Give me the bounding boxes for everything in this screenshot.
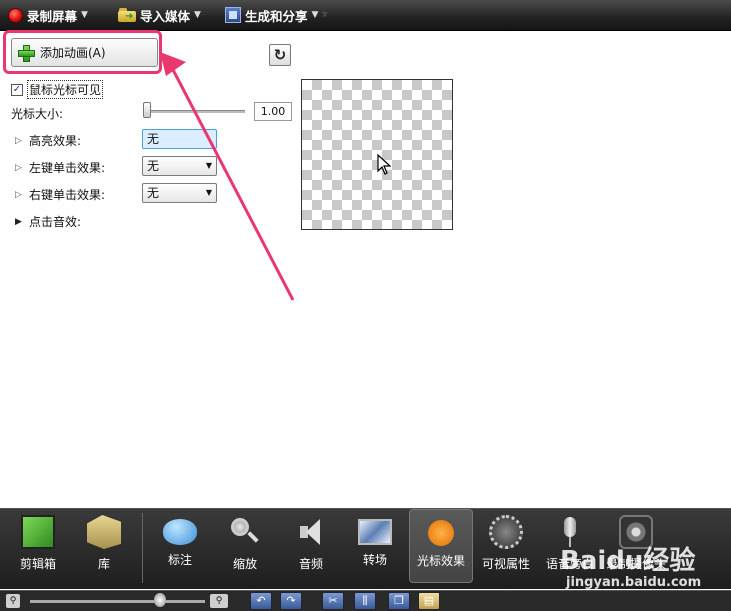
annotation-highlight-box — [3, 30, 162, 74]
tab-label: 光标效果 — [416, 554, 465, 568]
cut-icon[interactable]: ✂ — [322, 592, 344, 610]
produce-share-label: 生成和分享 — [245, 8, 308, 24]
redo-icon[interactable]: ↷ — [280, 592, 302, 610]
highlight-effect-label: 高亮效果: — [29, 134, 82, 148]
left-click-effect-row[interactable]: ▷ 左键单击效果: — [15, 159, 105, 176]
tab-visual-properties[interactable]: 可视属性 — [476, 509, 536, 583]
expand-triangle-icon[interactable]: ▶ — [15, 217, 23, 227]
library-icon — [87, 515, 121, 549]
transition-icon — [358, 519, 392, 545]
right-click-effect-value: 无 — [147, 186, 160, 200]
chevron-down-icon: ▼ — [194, 10, 201, 20]
cursor-visible-checkbox[interactable]: ✓ 鼠标光标可见 — [11, 80, 104, 99]
tabs-divider — [142, 513, 143, 583]
timeline-zoom-slider[interactable] — [30, 600, 205, 603]
chevron-down-icon: ▼ — [81, 10, 88, 20]
highlight-effect-value: 无 — [147, 132, 160, 146]
highlight-effect-select[interactable]: 无 — [142, 129, 217, 149]
record-screen-label: 录制屏幕 — [27, 8, 78, 24]
folder-import-icon: ➜ — [118, 8, 136, 22]
right-click-effect-select[interactable]: 无 ▼ — [142, 183, 217, 203]
watermark-url: jingyan.baidu.com — [566, 575, 702, 590]
record-screen-button[interactable]: 录制屏幕 ▼ — [8, 5, 88, 25]
tab-label: 库 — [97, 557, 110, 571]
zoom-out-icon[interactable]: ⚲ — [6, 594, 20, 608]
tab-label: 可视属性 — [481, 557, 530, 571]
watermark-logo: Baidu经验 — [560, 546, 696, 576]
timeline-zoom-thumb[interactable] — [154, 593, 166, 607]
left-click-effect-value: 无 — [147, 159, 160, 173]
timeline-toolbar: ⚲ ⚲ ↶ ↷ ✂ ⫼ ❐ ▤ — [0, 590, 731, 611]
reset-icon[interactable]: ↻ — [269, 44, 291, 66]
cursor-visible-label: 鼠标光标可见 — [27, 80, 104, 99]
produce-icon — [225, 7, 241, 23]
click-sound-row[interactable]: ▶ 点击音效: — [15, 213, 81, 230]
cursor-size-slider-thumb[interactable] — [143, 102, 151, 118]
right-click-effect-label: 右键单击效果: — [29, 188, 106, 202]
tab-audio[interactable]: 音频 — [281, 509, 341, 583]
mouse-cursor-icon — [377, 154, 391, 175]
cursor-preview-canvas — [301, 79, 453, 230]
baidu-watermark: Baidu经验 jingyan.baidu.com — [560, 540, 701, 590]
audio-icon — [294, 515, 328, 549]
tab-label: 标注 — [167, 553, 192, 567]
tab-clip-bin[interactable]: 剪辑箱 — [8, 509, 68, 583]
tab-library[interactable]: 库 — [74, 509, 134, 583]
cursor-size-input[interactable]: 1.00 — [254, 102, 292, 121]
left-click-effect-select[interactable]: 无 ▼ — [142, 156, 217, 176]
cursor-size-slider-track[interactable] — [145, 110, 245, 113]
tab-zoom[interactable]: 缩放 — [215, 509, 275, 583]
import-media-button[interactable]: ➜ 导入媒体 ▼ — [118, 5, 201, 25]
left-click-effect-label: 左键单击效果: — [29, 161, 106, 175]
checkbox-checked-icon[interactable]: ✓ — [11, 83, 23, 96]
visual-properties-icon — [489, 515, 523, 549]
main-toolbar: 录制屏幕 ▼ ➜ 导入媒体 ▼ 生成和分享 ▼ ▿ — [0, 0, 731, 31]
tab-transitions[interactable]: 转场 — [345, 509, 405, 583]
tab-label: 转场 — [362, 553, 387, 567]
split-icon[interactable]: ⫼ — [354, 592, 376, 610]
import-media-label: 导入媒体 — [140, 8, 191, 24]
tab-label: 剪辑箱 — [19, 557, 56, 571]
click-sound-label: 点击音效: — [29, 215, 82, 229]
produce-share-button[interactable]: 生成和分享 ▼ ▿ — [225, 5, 327, 25]
undo-icon[interactable]: ↶ — [250, 592, 272, 610]
expand-triangle-icon[interactable]: ▷ — [15, 190, 23, 200]
tab-callouts[interactable]: 标注 — [150, 509, 210, 583]
record-icon — [8, 7, 23, 23]
cursor-effect-icon — [428, 520, 454, 546]
copy-icon[interactable]: ❐ — [388, 592, 410, 610]
clip-bin-icon — [21, 515, 55, 549]
paste-icon[interactable]: ▤ — [418, 592, 440, 610]
expand-triangle-icon[interactable]: ▷ — [15, 163, 23, 173]
zoom-icon — [228, 515, 262, 549]
tab-label: 缩放 — [232, 557, 257, 571]
cursor-size-label: 光标大小: — [11, 107, 64, 121]
right-click-effect-row[interactable]: ▷ 右键单击效果: — [15, 186, 105, 203]
dropdown-arrow-icon: ▼ — [205, 188, 212, 197]
zoom-in-icon[interactable]: ⚲ — [210, 594, 228, 608]
expand-triangle-icon[interactable]: ▷ — [15, 136, 23, 146]
toolbar-overflow-icon[interactable]: ▿ — [322, 10, 327, 20]
tab-label: 音频 — [298, 557, 323, 571]
chevron-down-icon: ▼ — [311, 10, 319, 20]
dropdown-arrow-icon: ▼ — [205, 161, 212, 170]
callout-icon — [163, 519, 197, 545]
tab-cursor-effects[interactable]: 光标效果 — [409, 509, 473, 583]
highlight-effect-row[interactable]: ▷ 高亮效果: — [15, 132, 81, 149]
